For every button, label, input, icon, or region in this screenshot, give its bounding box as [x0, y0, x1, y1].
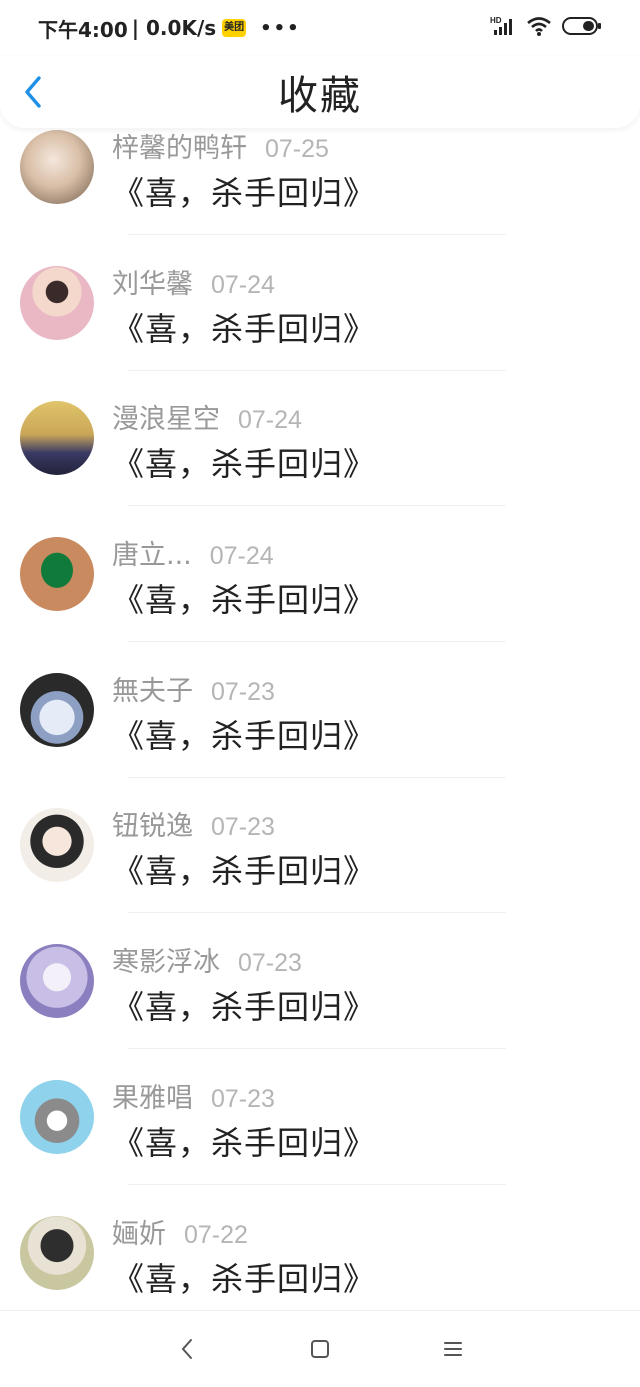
back-arrow-icon [181, 1339, 192, 1359]
user-name[interactable]: 唐立... [112, 533, 192, 572]
avatar[interactable] [20, 808, 94, 883]
content-title[interactable]: 《喜，杀手回归》 [112, 711, 376, 757]
date-label: 07-23 [211, 813, 275, 842]
avatar[interactable] [20, 401, 94, 476]
list-item[interactable]: 無夫子 07-23 《喜，杀手回归》 [0, 649, 640, 785]
avatar[interactable] [20, 537, 94, 612]
page-title: 收藏 [278, 73, 362, 119]
list-item[interactable]: 钮锐逸 07-23 《喜，杀手回归》 [0, 784, 640, 920]
avatar[interactable] [20, 1079, 94, 1154]
meituan-badge-icon: 美团 [222, 19, 247, 37]
user-name[interactable]: 梓馨的鸭轩 [112, 126, 247, 165]
avatar[interactable] [20, 1215, 94, 1290]
date-label: 07-24 [238, 406, 302, 435]
battery-icon [562, 16, 602, 41]
divider [128, 776, 506, 778]
status-right: HD [490, 15, 602, 42]
list-item[interactable]: 寒影浮冰 07-23 《喜，杀手回归》 [0, 920, 640, 1056]
user-name[interactable]: 果雅唱 [112, 1076, 193, 1115]
network-label: HD [490, 16, 502, 25]
content-title[interactable]: 《喜，杀手回归》 [112, 1254, 376, 1300]
nav-back-button[interactable] [167, 1329, 207, 1369]
list-item[interactable]: 婳妡 07-22 《喜，杀手回归》 [0, 1192, 640, 1328]
content-title[interactable]: 《喜，杀手回归》 [112, 575, 376, 621]
user-name[interactable]: 寒影浮冰 [112, 940, 220, 979]
home-square-icon [310, 1340, 329, 1358]
user-name[interactable]: 刘华馨 [112, 262, 193, 301]
list-item[interactable]: 果雅唱 07-23 《喜，杀手回归》 [0, 1056, 640, 1192]
user-name[interactable]: 钮锐逸 [112, 804, 193, 843]
avatar[interactable] [20, 265, 94, 340]
status-speed: | 0.0K/s [131, 16, 217, 40]
content-title[interactable]: 《喜，杀手回归》 [112, 304, 376, 350]
chevron-left-icon [25, 76, 41, 108]
signal-icon: HD [490, 15, 516, 42]
status-bar: 下午4:00 | 0.0K/s 美团 ••• HD [0, 0, 640, 56]
date-label: 07-22 [184, 1220, 248, 1249]
content-title[interactable]: 《喜，杀手回归》 [112, 168, 376, 214]
date-label: 07-23 [211, 1084, 275, 1113]
avatar[interactable] [20, 944, 94, 1019]
back-button[interactable] [22, 74, 52, 110]
status-time: 下午4:00 [38, 17, 128, 42]
date-label: 07-23 [238, 949, 302, 978]
favorites-list: 梓馨的鸭轩 07-25 《喜，杀手回归》 刘华馨 07-24 《喜，杀手回归》 … [0, 106, 640, 1327]
list-item[interactable]: 唐立... 07-24 《喜，杀手回归》 [0, 513, 640, 649]
content-title[interactable]: 《喜，杀手回归》 [112, 1118, 376, 1164]
screen: 下午4:00 | 0.0K/s 美团 ••• HD 收藏 梓馨的鸭轩 07-25… [0, 0, 640, 1387]
header-bar: 收藏 [0, 56, 640, 128]
nav-home-button[interactable] [300, 1329, 340, 1369]
avatar[interactable] [20, 130, 94, 204]
menu-icon [444, 1342, 463, 1356]
divider [128, 505, 506, 507]
date-label: 07-24 [211, 270, 275, 299]
list-item[interactable]: 漫浪星空 07-24 《喜，杀手回归》 [0, 377, 640, 513]
content-title[interactable]: 《喜，杀手回归》 [112, 439, 376, 485]
divider [128, 641, 506, 643]
more-notifications-icon: ••• [260, 17, 301, 39]
user-name[interactable]: 漫浪星空 [112, 397, 220, 436]
user-name[interactable]: 婳妡 [112, 1212, 166, 1251]
divider [128, 912, 506, 914]
avatar[interactable] [20, 672, 94, 747]
date-label: 07-24 [209, 542, 274, 571]
content-title[interactable]: 《喜，杀手回归》 [112, 846, 376, 892]
divider [128, 1183, 506, 1185]
system-nav-bar [0, 1310, 640, 1387]
content-title[interactable]: 《喜，杀手回归》 [112, 982, 376, 1028]
user-name[interactable]: 無夫子 [112, 669, 193, 708]
divider [128, 369, 506, 371]
wifi-icon [526, 15, 552, 42]
date-label: 07-25 [265, 135, 329, 163]
divider [128, 1048, 506, 1050]
divider [128, 234, 506, 235]
list-item[interactable]: 刘华馨 07-24 《喜，杀手回归》 [0, 242, 640, 378]
date-label: 07-23 [211, 677, 275, 706]
nav-menu-button[interactable] [433, 1329, 473, 1369]
status-left: 下午4:00 | 0.0K/s 美团 ••• [38, 14, 301, 43]
